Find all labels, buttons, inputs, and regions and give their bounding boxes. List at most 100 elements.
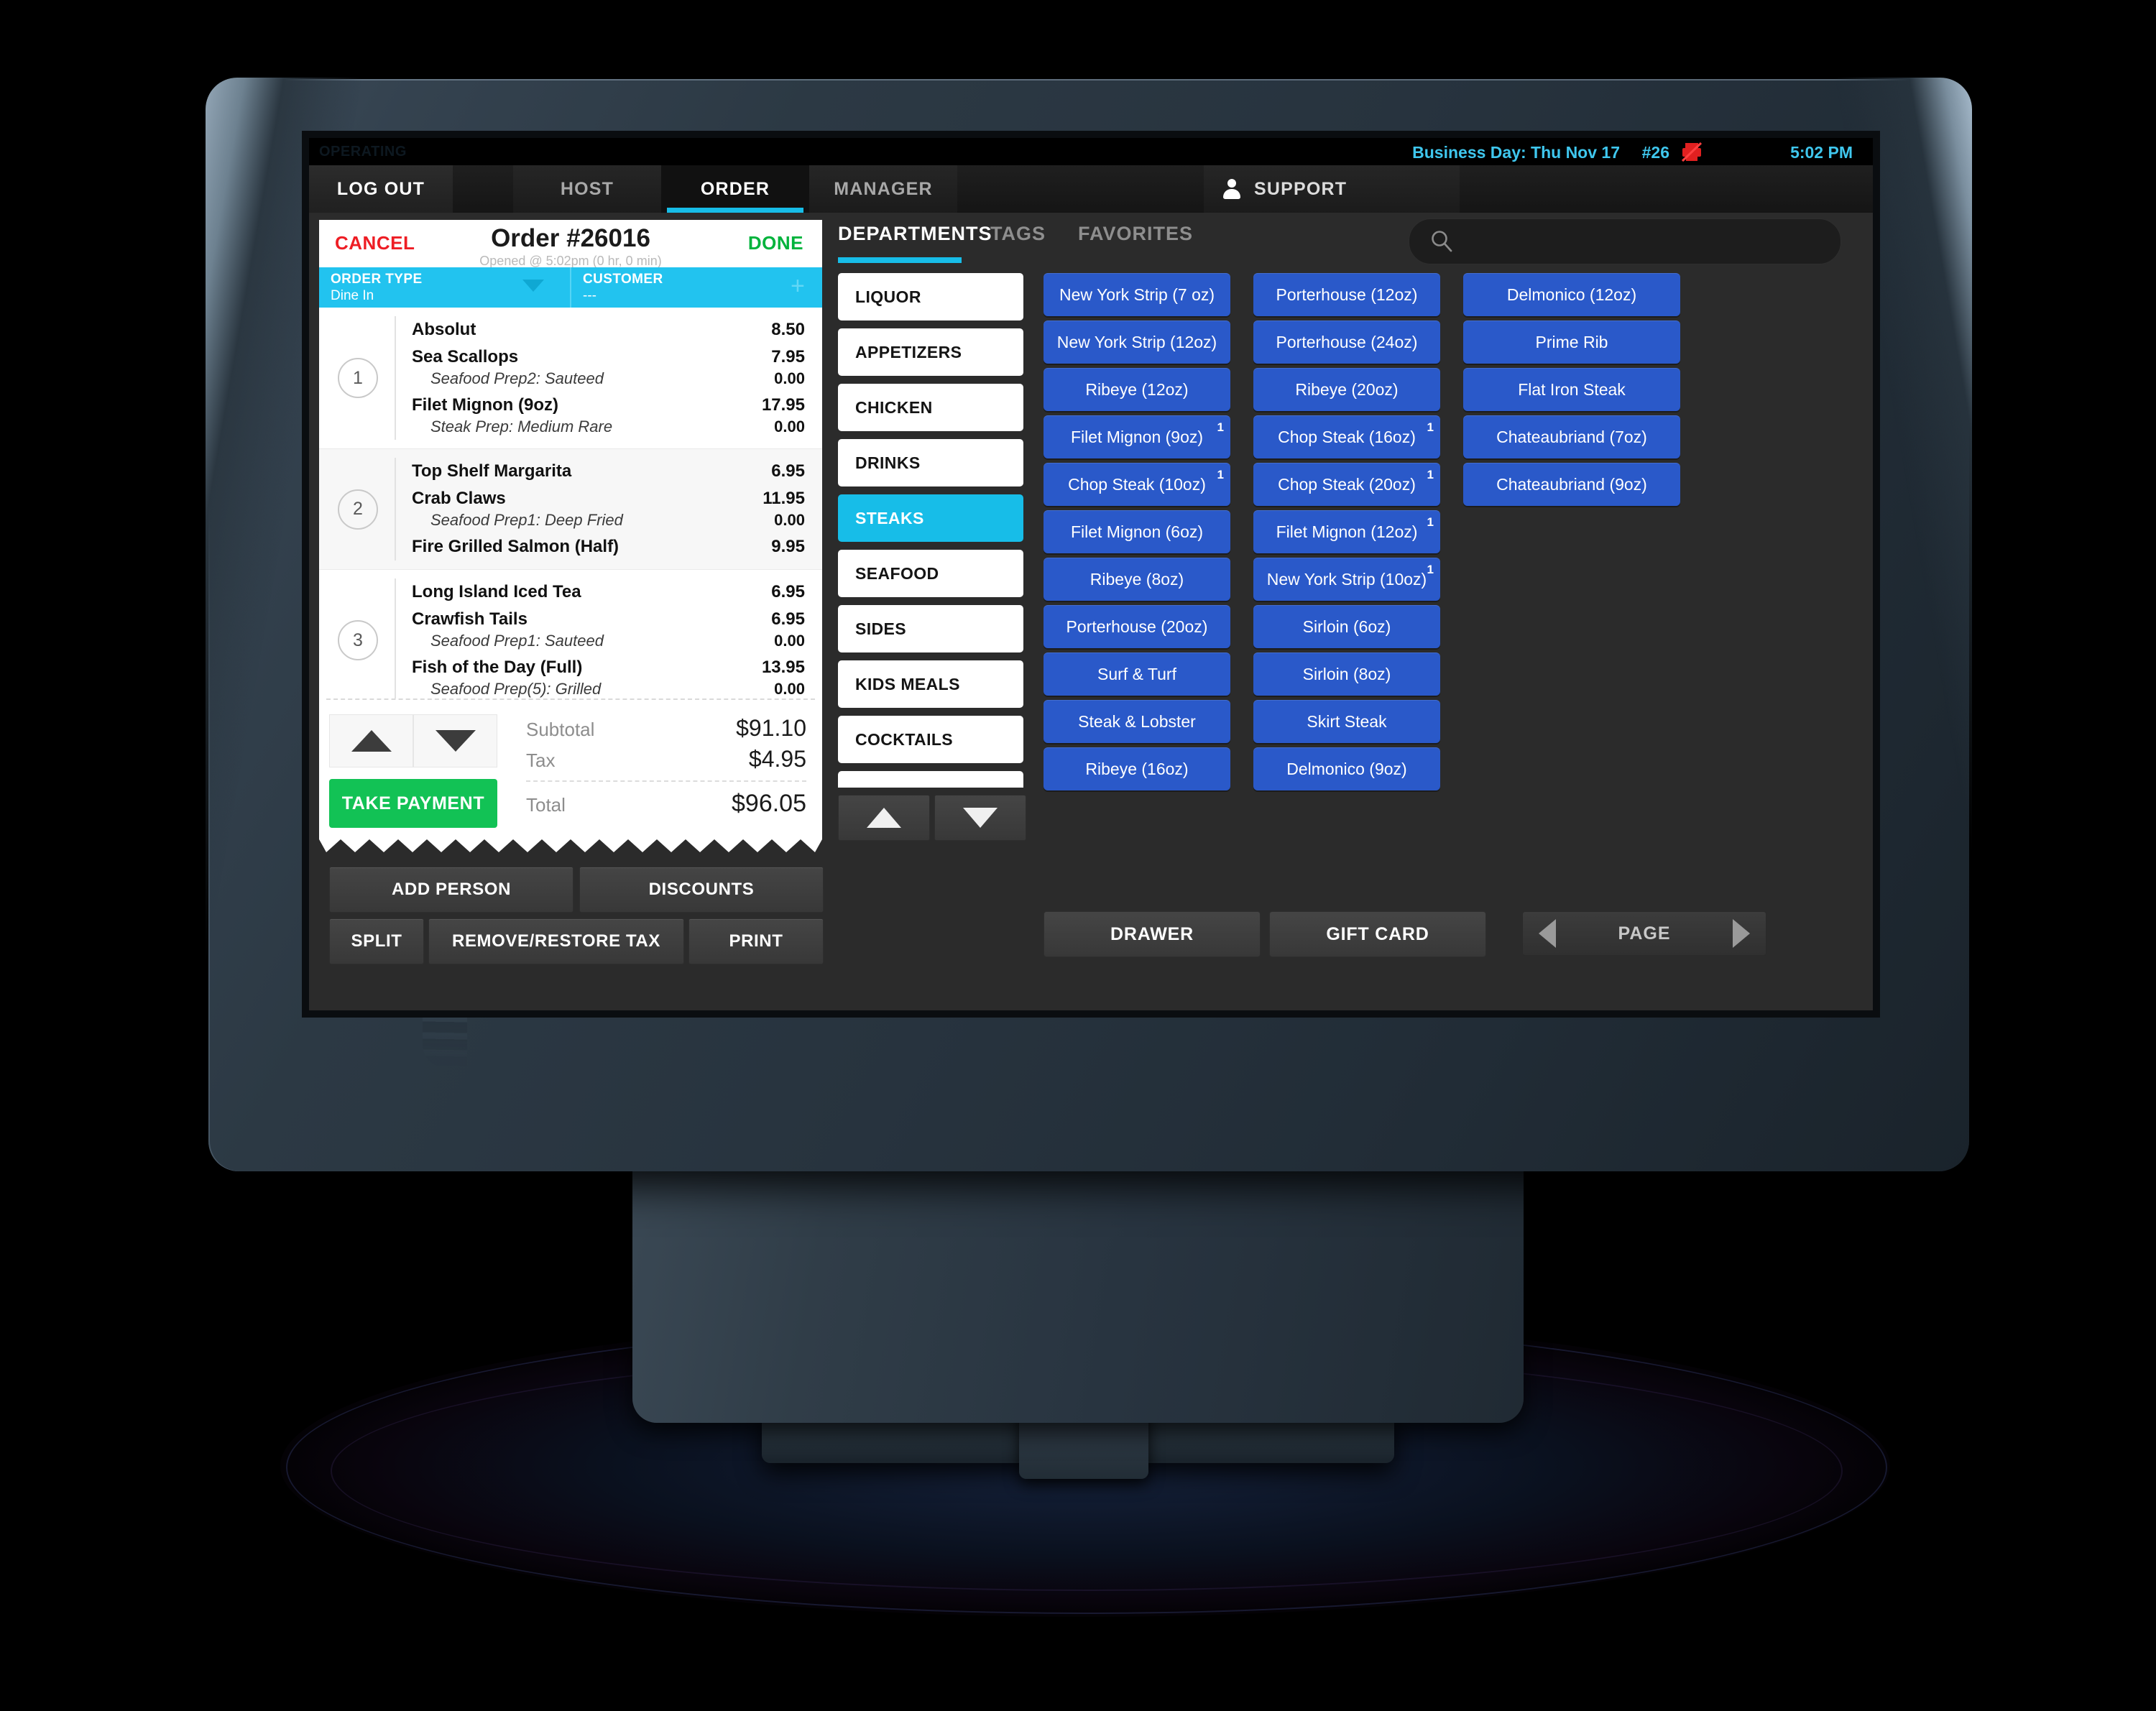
print-button[interactable]: PRINT <box>688 918 824 964</box>
menu-item-button[interactable]: Filet Mignon (9oz) 1 <box>1044 415 1230 458</box>
menu-item-label: Chop Steak (20oz) <box>1278 475 1416 494</box>
line-item-row: Crawfish Tails 6.95 <box>412 609 805 629</box>
department-item[interactable]: SEAFOOD <box>838 550 1023 597</box>
menu-item-button[interactable]: Delmonico (9oz) <box>1253 747 1440 790</box>
seat-group[interactable]: 3 Long Island Iced Tea 6.95 Crawfish Tails 6… <box>319 570 822 711</box>
menu-item-button[interactable]: Ribeye (8oz) <box>1044 558 1230 601</box>
add-customer-icon[interactable]: + <box>791 274 812 298</box>
triangle-right-icon[interactable] <box>1733 919 1750 948</box>
search-input[interactable] <box>1409 218 1841 264</box>
menu-item-button[interactable]: Ribeye (20oz) <box>1253 368 1440 411</box>
done-button[interactable]: DONE <box>748 232 803 254</box>
menu-item-button[interactable]: Filet Mignon (12oz) 1 <box>1253 510 1440 553</box>
department-list[interactable]: LIQUOR APPETIZERS CHICKEN DRINKS STEAKS SEAFO… <box>838 273 1026 788</box>
department-item[interactable]: CHICKEN <box>838 384 1023 431</box>
support-button[interactable]: SUPPORT <box>1204 165 1460 213</box>
department-item[interactable]: LIQUOR <box>838 273 1023 320</box>
order-line-item[interactable]: Absolut 8.50 <box>395 316 822 343</box>
log-out-button[interactable]: LOG OUT <box>309 165 453 213</box>
ticket-scroll-down-button[interactable] <box>413 714 497 767</box>
line-item-modifier[interactable]: Steak Prep: Medium Rare 0.00 <box>412 418 805 436</box>
take-payment-button[interactable]: TAKE PAYMENT <box>329 779 497 828</box>
remove-restore-tax-button[interactable]: REMOVE/RESTORE TAX <box>428 918 684 964</box>
order-line-item[interactable]: Sea Scallops 7.95 Seafood Prep2: Sauteed 0.… <box>395 343 822 392</box>
menu-item-grid[interactable]: New York Strip (7 oz) Porterhouse (12oz) D… <box>1044 273 1856 790</box>
menu-item-button[interactable]: Delmonico (12oz) <box>1463 273 1680 316</box>
menu-item-button[interactable]: Chop Steak (10oz) 1 <box>1044 463 1230 506</box>
modifier-price: 0.00 <box>774 632 805 650</box>
tab-departments[interactable]: DEPARTMENTS <box>838 223 992 263</box>
menu-item-button[interactable]: Flat Iron Steak <box>1463 368 1680 411</box>
tab-order[interactable]: ORDER <box>661 165 809 213</box>
business-day-number: #26 <box>1641 143 1669 162</box>
department-item[interactable]: KIDS MEALS <box>838 660 1023 708</box>
add-person-button[interactable]: ADD PERSON <box>329 867 573 913</box>
chevron-down-icon <box>522 280 544 292</box>
line-item-modifier[interactable]: Seafood Prep2: Sauteed 0.00 <box>412 369 805 388</box>
ticket-meta-bars: ORDER TYPE Dine In CUSTOMER --- + <box>319 267 822 308</box>
order-line-item[interactable]: Fire Grilled Salmon (Half) 9.95 <box>395 533 822 561</box>
tab-manager[interactable]: MANAGER <box>809 165 957 213</box>
customer-selector[interactable]: CUSTOMER --- + <box>570 267 822 308</box>
menu-item-button[interactable]: New York Strip (7 oz) <box>1044 273 1230 316</box>
menu-item-button[interactable]: Porterhouse (24oz) <box>1253 320 1440 364</box>
order-line-item[interactable]: Crab Claws 11.95 Seafood Prep1: Deep Fried… <box>395 485 822 533</box>
menu-item-button[interactable]: New York Strip (10oz) 1 <box>1253 558 1440 601</box>
menu-item-label: Chateaubriand (9oz) <box>1496 475 1647 494</box>
line-item-price: 7.95 <box>771 347 805 366</box>
menu-item-button[interactable]: Ribeye (12oz) <box>1044 368 1230 411</box>
tab-favorites[interactable]: FAVORITES <box>1078 223 1193 245</box>
drawer-button[interactable]: DRAWER <box>1044 911 1261 957</box>
menu-item-button[interactable]: Sirloin (8oz) <box>1253 652 1440 696</box>
menu-item-button[interactable]: Steak & Lobster <box>1044 700 1230 743</box>
tab-tags[interactable]: TAGS <box>990 223 1046 245</box>
line-item-modifier[interactable]: Seafood Prep1: Deep Fried 0.00 <box>412 511 805 530</box>
subtotal-row: Subtotal $91.10 <box>526 713 806 744</box>
order-line-item[interactable]: Crawfish Tails 6.95 Seafood Prep1: Sauteed… <box>395 606 822 654</box>
menu-item-button[interactable]: New York Strip (12oz) <box>1044 320 1230 364</box>
order-line-item[interactable]: Long Island Iced Tea 6.95 <box>395 578 822 606</box>
discounts-button[interactable]: DISCOUNTS <box>579 867 824 913</box>
department-item[interactable]: DRINKS <box>838 439 1023 486</box>
department-scroll-up-button[interactable] <box>838 795 930 841</box>
modifier-name: Seafood Prep2: Sauteed <box>430 369 604 387</box>
line-item-row: Fire Grilled Salmon (Half) 9.95 <box>412 537 805 557</box>
department-item[interactable]: DRAFT BEER <box>838 771 1023 788</box>
line-item-modifier[interactable]: Seafood Prep(5): Grilled 0.00 <box>412 680 805 698</box>
order-line-item[interactable]: Fish of the Day (Full) 13.95 Seafood Prep(… <box>395 654 822 702</box>
department-item[interactable]: STEAKS <box>838 494 1023 542</box>
ticket-scroll-up-button[interactable] <box>329 714 413 767</box>
department-item[interactable]: SIDES <box>838 605 1023 652</box>
menu-item-button[interactable]: Chateaubriand (7oz) <box>1463 415 1680 458</box>
department-item[interactable]: COCKTAILS <box>838 716 1023 763</box>
menu-item-button[interactable]: Porterhouse (20oz) <box>1044 605 1230 648</box>
menu-item-button[interactable]: Sirloin (6oz) <box>1253 605 1440 648</box>
triangle-left-icon[interactable] <box>1539 919 1556 948</box>
gift-card-button[interactable]: GIFT CARD <box>1269 911 1486 957</box>
tab-host[interactable]: HOST <box>513 165 661 213</box>
menu-item-button[interactable]: Surf & Turf <box>1044 652 1230 696</box>
order-line-item[interactable]: Filet Mignon (9oz) 17.95 Steak Prep: Mediu… <box>395 392 822 440</box>
line-item-modifier[interactable]: Seafood Prep1: Sauteed 0.00 <box>412 632 805 650</box>
seat-group[interactable]: 1 Absolut 8.50 Sea Scallops 7.95 Seafood Prep… <box>319 308 822 449</box>
menu-item-button[interactable]: Ribeye (16oz) <box>1044 747 1230 790</box>
menu-item-button[interactable]: Prime Rib <box>1463 320 1680 364</box>
menu-item-button[interactable]: Chop Steak (20oz) 1 <box>1253 463 1440 506</box>
menu-item-button[interactable]: Chop Steak (16oz) 1 <box>1253 415 1440 458</box>
clock-time: 5:02 PM <box>1790 143 1853 162</box>
order-line-item[interactable]: Top Shelf Margarita 6.95 <box>395 458 822 485</box>
seat-group[interactable]: 2 Top Shelf Margarita 6.95 Crab Claws 11.95 S… <box>319 449 822 570</box>
menu-item-label: Delmonico (12oz) <box>1506 285 1637 304</box>
menu-item-button[interactable]: Filet Mignon (6oz) <box>1044 510 1230 553</box>
menu-item-label: New York Strip (7 oz) <box>1059 285 1215 304</box>
split-button[interactable]: SPLIT <box>329 918 424 964</box>
menu-item-button[interactable]: Porterhouse (12oz) <box>1253 273 1440 316</box>
status-bar: OPERATING Business Day: Thu Nov 17 #26 5… <box>309 138 1873 165</box>
menu-item-label: Ribeye (12oz) <box>1085 380 1189 399</box>
menu-item-button[interactable]: Chateaubriand (9oz) <box>1463 463 1680 506</box>
department-scroll-down-button[interactable] <box>934 795 1026 841</box>
department-item[interactable]: APPETIZERS <box>838 328 1023 376</box>
line-item-price: 6.95 <box>771 609 805 629</box>
menu-item-button[interactable]: Skirt Steak <box>1253 700 1440 743</box>
order-type-selector[interactable]: ORDER TYPE Dine In <box>319 267 570 308</box>
